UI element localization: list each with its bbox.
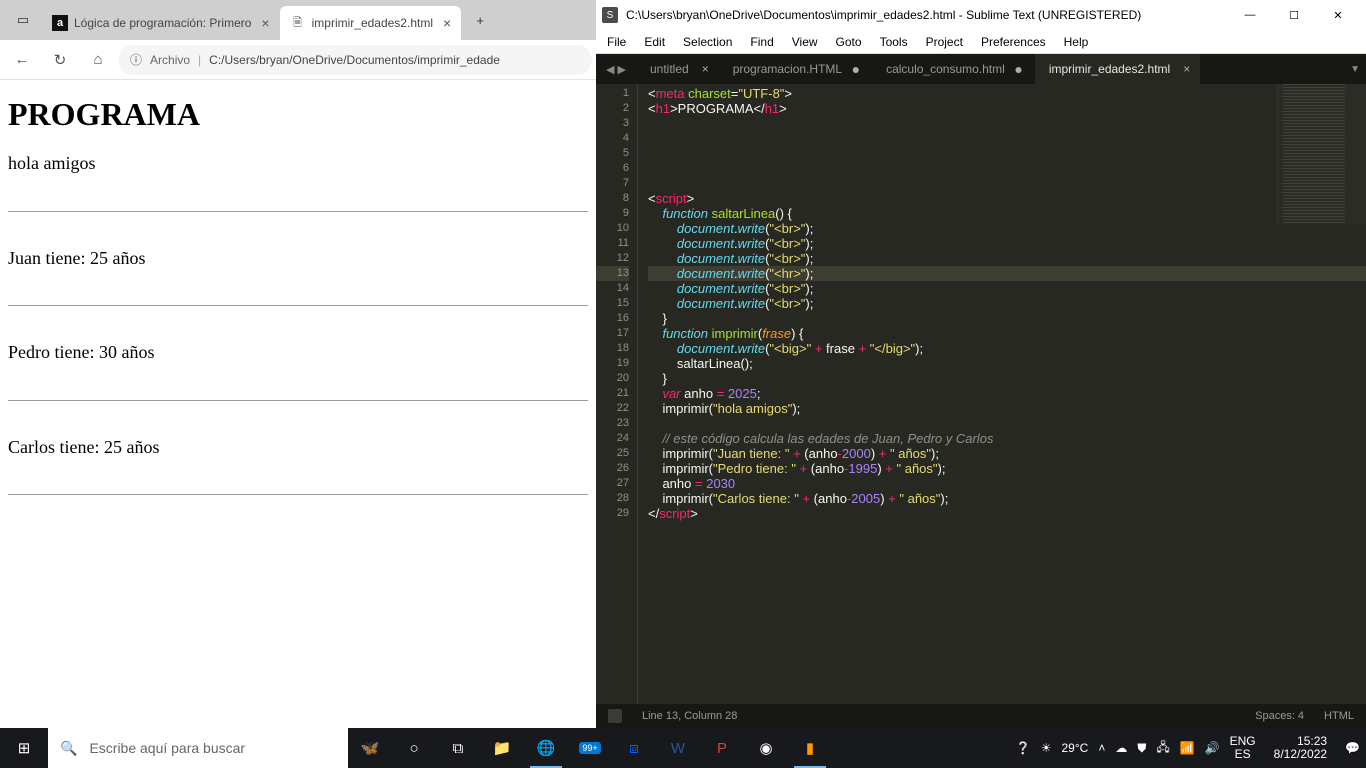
sublime-tab-untitled[interactable]: untitled× (636, 54, 719, 84)
menu-selection[interactable]: Selection (674, 35, 741, 49)
sublime-app-icon: S (602, 7, 618, 23)
search-placeholder: Escribe aquí para buscar (89, 740, 245, 756)
edge-tab-1[interactable]: a Lógica de programación: Primero × (42, 6, 280, 40)
minimize-button[interactable]: — (1228, 1, 1272, 29)
addr-sep: | (198, 53, 201, 67)
powerpoint-icon[interactable]: P (700, 728, 744, 768)
tab-actions-icon[interactable]: ▭ (4, 1, 42, 39)
sublime-tab-programacion[interactable]: programacion.HTML● (719, 54, 872, 84)
security-icon[interactable]: ⛊ (1137, 741, 1146, 756)
sublime-tabbar: ◀ ▶ untitled× programacion.HTML● calculo… (596, 54, 1366, 84)
sublime-window: S C:\Users\bryan\OneDrive\Documentos\imp… (596, 0, 1366, 728)
taskbar-widget-icon[interactable]: 🦋 (348, 728, 392, 768)
menu-project[interactable]: Project (917, 35, 972, 49)
rendered-page: PROGRAMA hola amigos Juan tiene: 25 años… (0, 80, 596, 728)
edge-tab-2[interactable]: 🗎 imprimir_edades2.html × (280, 6, 462, 40)
refresh-button[interactable]: ↻ (42, 42, 78, 78)
addr-path: C:/Users/bryan/OneDrive/Documentos/impri… (209, 53, 500, 67)
sublime-titlebar[interactable]: S C:\Users\bryan\OneDrive\Documentos\imp… (596, 0, 1366, 30)
close-button[interactable]: ✕ (1316, 1, 1360, 29)
edge-icon[interactable]: 🌐 (524, 728, 568, 768)
network-icon[interactable]: 🖧 (1156, 738, 1169, 759)
addr-scheme: Archivo (150, 53, 190, 67)
weather-icon[interactable]: ☀ (1041, 741, 1052, 755)
maximize-button[interactable]: ☐ (1272, 1, 1316, 29)
status-cursor-pos: Line 13, Column 28 (642, 710, 737, 722)
menu-preferences[interactable]: Preferences (972, 35, 1055, 49)
edge-tabstrip: ▭ a Lógica de programación: Primero × 🗎 … (0, 0, 596, 40)
code-area[interactable]: <meta charset="UTF-8"><h1>PROGRAMA</h1><… (638, 84, 1366, 704)
menu-tools[interactable]: Tools (871, 35, 917, 49)
code-editor[interactable]: 1234567891011121314151617181920212223242… (596, 84, 1366, 704)
menu-file[interactable]: File (598, 35, 635, 49)
line-gutter: 1234567891011121314151617181920212223242… (596, 84, 638, 704)
sublime-menubar: File Edit Selection Find View Goto Tools… (596, 30, 1366, 54)
cortana-icon[interactable]: ○ (392, 728, 436, 768)
info-icon: ⓘ (130, 51, 142, 68)
wifi-icon[interactable]: 📶 (1180, 741, 1195, 755)
dirty-icon: ● (1014, 61, 1022, 77)
volume-icon[interactable]: 🔊 (1205, 741, 1220, 755)
lang-secondary[interactable]: ES (1235, 748, 1251, 761)
taskview-icon[interactable]: ⧉ (436, 728, 480, 768)
help-icon[interactable]: ❔ (1016, 741, 1031, 755)
sublime-statusbar: Line 13, Column 28 Spaces: 4 HTML (596, 704, 1366, 728)
edge-toolbar: ← ↻ ⌂ ⓘ Archivo | C:/Users/bryan/OneDriv… (0, 40, 596, 80)
back-button[interactable]: ← (4, 42, 40, 78)
status-lang[interactable]: HTML (1324, 710, 1354, 722)
sublime-taskbar-icon[interactable]: ▮ (788, 728, 832, 768)
tab-label: imprimir_edades2.html (312, 16, 433, 30)
mail-icon[interactable]: 99+ (568, 728, 612, 768)
edge-browser-window: ▭ a Lógica de programación: Primero × 🗎 … (0, 0, 596, 728)
status-icon[interactable] (608, 709, 622, 723)
weather-temp[interactable]: 29°C (1062, 741, 1089, 755)
taskbar-search[interactable]: 🔍 Escribe aquí para buscar (48, 728, 348, 768)
sublime-tab-calculo[interactable]: calculo_consumo.html● (872, 54, 1035, 84)
close-icon[interactable]: × (702, 62, 709, 76)
word-icon[interactable]: W (656, 728, 700, 768)
windows-taskbar: ⊞ 🔍 Escribe aquí para buscar 🦋 ○ ⧉ 📁 🌐 9… (0, 728, 1366, 768)
tab-dropdown-icon[interactable]: ▼ (1350, 54, 1360, 84)
status-spaces[interactable]: Spaces: 4 (1255, 710, 1304, 722)
system-tray: ❔ ☀ 29°C ˄ ☁ ⛊ 🖧 📶 🔊 ENGES 15:238/12/202… (1010, 728, 1366, 768)
menu-find[interactable]: Find (741, 35, 782, 49)
output-line: Juan tiene: 25 años (8, 248, 145, 268)
chrome-icon[interactable]: ◉ (744, 728, 788, 768)
close-icon[interactable]: × (443, 15, 451, 31)
dropbox-icon[interactable]: ⧈ (612, 728, 656, 768)
dirty-icon: ● (852, 61, 860, 77)
favicon-alura-icon: a (52, 15, 68, 31)
menu-edit[interactable]: Edit (635, 35, 674, 49)
output-line: Carlos tiene: 25 años (8, 437, 159, 457)
menu-view[interactable]: View (783, 35, 827, 49)
close-icon[interactable]: × (261, 15, 269, 31)
onedrive-icon[interactable]: ☁ (1115, 741, 1127, 755)
tab-scroll-arrows[interactable]: ◀ ▶ (596, 54, 636, 84)
window-title: C:\Users\bryan\OneDrive\Documentos\impri… (626, 8, 1220, 22)
explorer-icon[interactable]: 📁 (480, 728, 524, 768)
address-bar[interactable]: ⓘ Archivo | C:/Users/bryan/OneDrive/Docu… (118, 45, 592, 75)
close-icon[interactable]: × (1183, 62, 1190, 76)
page-title: PROGRAMA (8, 96, 588, 133)
output-line: hola amigos (8, 153, 96, 173)
favicon-file-icon: 🗎 (290, 15, 306, 31)
sublime-tab-imprimir[interactable]: imprimir_edades2.html× (1035, 54, 1200, 84)
output-line: Pedro tiene: 30 años (8, 342, 154, 362)
new-tab-button[interactable]: + (461, 1, 499, 39)
notifications-icon[interactable]: 💬 (1345, 741, 1360, 755)
minimap[interactable] (1276, 84, 1366, 224)
menu-goto[interactable]: Goto (827, 35, 871, 49)
menu-help[interactable]: Help (1055, 35, 1098, 49)
tray-chevron-icon[interactable]: ˄ (1098, 741, 1105, 755)
search-icon: 🔍 (60, 740, 77, 757)
tab-label: Lógica de programación: Primero (74, 16, 251, 30)
home-button[interactable]: ⌂ (80, 42, 116, 78)
start-button[interactable]: ⊞ (0, 728, 48, 768)
clock-date[interactable]: 8/12/2022 (1274, 748, 1327, 761)
